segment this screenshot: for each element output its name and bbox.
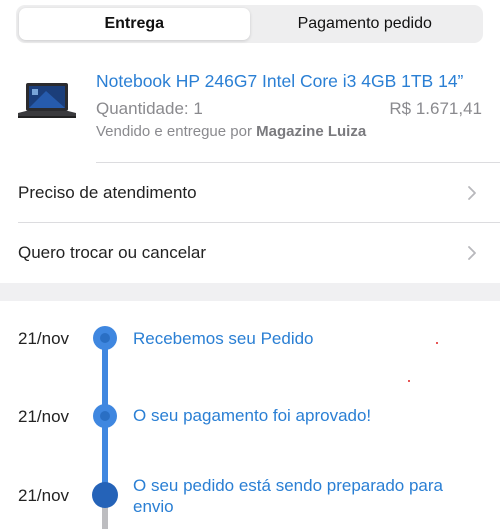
product-title[interactable]: Notebook HP 246G7 Intel Core i3 4GB 1TB …	[96, 71, 463, 92]
divider	[96, 162, 500, 163]
divider	[18, 222, 500, 223]
timeline-date: 21/nov	[18, 486, 70, 505]
action-label: Quero trocar ou cancelar	[18, 243, 207, 262]
tab-switcher: Entrega Pagamento pedido	[16, 5, 483, 43]
action-row-atendimento[interactable]: Preciso de atendimento	[0, 165, 500, 221]
timeline-date: 21/nov	[18, 329, 70, 348]
artifact-dot	[408, 380, 410, 382]
product-seller: Vendido e entregue por Magazine Luiza	[96, 123, 366, 140]
chevron-right-icon	[468, 186, 476, 200]
timeline-track-pending	[102, 505, 108, 529]
seller-name: Magazine Luiza	[256, 123, 367, 140]
artifact-dot	[436, 342, 438, 344]
timeline-status: O seu pagamento foi aprovado!	[133, 406, 372, 425]
action-row-trocar-cancelar[interactable]: Quero trocar ou cancelar	[0, 225, 500, 281]
timeline-dot-done	[93, 326, 117, 350]
chevron-right-icon	[468, 246, 476, 260]
timeline-dot-current	[92, 482, 118, 508]
seller-prefix: Vendido e entregue por	[96, 123, 257, 140]
action-label: Preciso de atendimento	[18, 183, 197, 202]
timeline-dot-done	[93, 404, 117, 428]
timeline-date: 21/nov	[18, 407, 70, 426]
timeline-status: O seu pedido está sendo preparado para e…	[133, 476, 444, 516]
tab-pagamento-pedido[interactable]: Pagamento pedido	[250, 8, 481, 40]
section-separator	[0, 283, 500, 301]
product-quantity: Quantidade: 1	[96, 99, 203, 118]
timeline-status: Recebemos seu Pedido	[133, 329, 314, 348]
tab-entrega[interactable]: Entrega	[19, 8, 250, 40]
product-thumbnail	[18, 83, 76, 118]
product-price: R$ 1.671,41	[389, 99, 482, 118]
